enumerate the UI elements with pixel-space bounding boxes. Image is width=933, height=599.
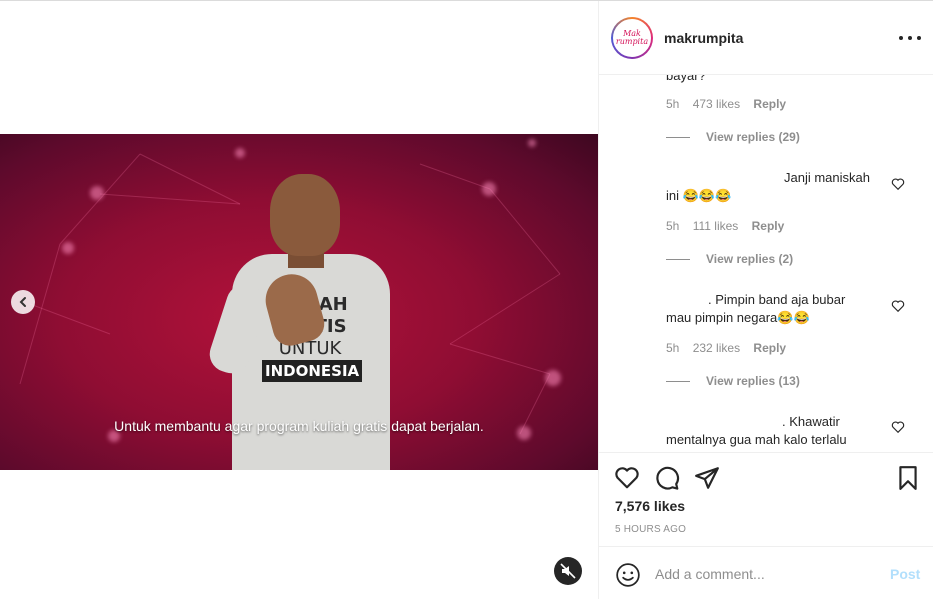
comment-input[interactable] xyxy=(655,559,880,589)
shirt-line: INDONESIA xyxy=(262,360,363,382)
smiley-icon[interactable] xyxy=(615,562,641,588)
comment-time: 5h xyxy=(666,219,680,233)
heart-icon[interactable] xyxy=(891,299,905,313)
view-replies-label: View replies (13) xyxy=(706,374,800,388)
bokeh-light xyxy=(528,139,536,147)
comment-text: bayar? xyxy=(666,75,706,83)
bookmark-icon[interactable] xyxy=(895,465,921,491)
video-player[interactable]: KULIAH GRATIS UNTUK INDONESIA Untuk memb… xyxy=(0,134,598,470)
post-side-panel: Mak rumpita makrumpita bayar? 5h 473 lik… xyxy=(598,1,933,599)
comment-text-line: . Khawatir xyxy=(782,414,840,429)
comment-text: . Pimpin band aja bubar mau pimpin negar… xyxy=(666,291,886,327)
likes-count[interactable]: 7,576 likes xyxy=(615,498,685,514)
post-comment-button[interactable]: Post xyxy=(890,566,920,582)
comment-list[interactable]: bayar? 5h 473 likes Reply View replies (… xyxy=(599,75,933,452)
bokeh-light xyxy=(545,370,561,386)
heart-icon[interactable] xyxy=(891,177,905,191)
comment-time: 5h xyxy=(666,97,680,111)
post-header: Mak rumpita makrumpita xyxy=(599,1,933,75)
view-replies-button[interactable]: View replies (13) xyxy=(666,374,800,388)
comment-likes[interactable]: 232 likes xyxy=(693,341,740,355)
bokeh-light xyxy=(62,242,74,254)
mute-toggle-button[interactable] xyxy=(554,557,582,585)
comment-icon[interactable] xyxy=(654,465,680,491)
comment-meta: 5h 473 likes Reply xyxy=(666,97,796,111)
divider xyxy=(666,136,690,138)
post-modal: KULIAH GRATIS UNTUK INDONESIA Untuk memb… xyxy=(0,0,933,599)
comment-likes[interactable]: 473 likes xyxy=(693,97,740,111)
view-replies-button[interactable]: View replies (29) xyxy=(666,130,800,144)
view-replies-label: View replies (2) xyxy=(706,252,794,266)
comment-text: . Khawatir mentalnya gua mah kalo terlal… xyxy=(666,413,886,449)
comment-text: Janji maniskah ini 😂😂😂 xyxy=(666,169,886,205)
video-subtitle: Untuk membantu agar program kuliah grati… xyxy=(114,418,484,434)
paper-plane-icon[interactable] xyxy=(694,465,720,491)
view-replies-label: View replies (29) xyxy=(706,130,800,144)
add-comment-bar: Post xyxy=(599,546,933,599)
post-timestamp: 5 HOURS AGO xyxy=(615,524,687,535)
username-link[interactable]: makrumpita xyxy=(664,30,743,46)
chevron-left-icon xyxy=(19,297,26,307)
comment-text-line: ini 😂😂😂 xyxy=(666,188,732,203)
comment-likes[interactable]: 111 likes xyxy=(693,219,739,233)
comment-text-line: mentalnya gua mah kalo terlalu xyxy=(666,432,847,447)
comment-text-line: mau pimpin negara😂😂 xyxy=(666,310,810,325)
divider xyxy=(666,258,690,260)
divider xyxy=(666,380,690,382)
reply-button[interactable]: Reply xyxy=(753,97,786,111)
comment-text-line: Janji maniskah xyxy=(784,170,870,185)
comment-meta: 5h 232 likes Reply xyxy=(666,341,796,355)
person-head xyxy=(270,174,340,256)
heart-icon[interactable] xyxy=(891,420,905,434)
bokeh-light xyxy=(482,182,496,196)
muted-speaker-icon xyxy=(560,563,576,579)
reply-button[interactable]: Reply xyxy=(752,219,785,233)
comment-time: 5h xyxy=(666,341,680,355)
more-options-icon[interactable] xyxy=(899,29,921,47)
comment-meta: 5h 111 likes Reply xyxy=(666,219,794,233)
view-replies-button[interactable]: View replies (2) xyxy=(666,252,793,266)
bokeh-light xyxy=(235,148,245,158)
carousel-prev-button[interactable] xyxy=(11,290,35,314)
shirt-line: UNTUK xyxy=(278,338,342,359)
heart-icon[interactable] xyxy=(614,465,640,491)
post-actions: 7,576 likes 5 HOURS AGO xyxy=(599,452,933,546)
media-area: KULIAH GRATIS UNTUK INDONESIA Untuk memb… xyxy=(0,1,598,599)
avatar-logo: Mak rumpita xyxy=(613,19,651,57)
avatar[interactable]: Mak rumpita xyxy=(611,17,653,59)
reply-button[interactable]: Reply xyxy=(753,341,786,355)
comment-text-line: . Pimpin band aja bubar xyxy=(708,292,846,307)
bokeh-light xyxy=(90,186,104,200)
